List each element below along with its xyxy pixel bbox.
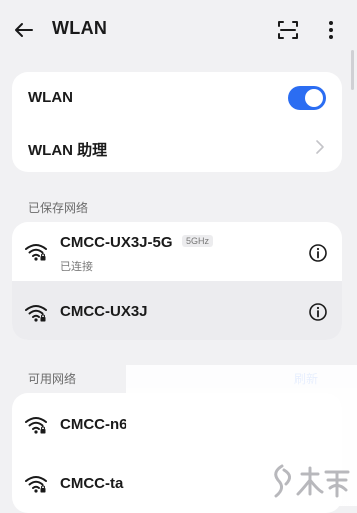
scan-icon[interactable] <box>276 18 300 42</box>
page-title: WLAN <box>52 18 108 38</box>
back-arrow-icon[interactable] <box>12 18 36 42</box>
info-icon[interactable] <box>308 302 328 322</box>
wifi-locked-icon <box>25 417 47 434</box>
toggle-knob <box>305 89 323 107</box>
network-ssid: CMCC-n6 <box>60 416 128 433</box>
wlan-toggle-row[interactable]: WLAN <box>12 72 342 122</box>
app-bar: WLAN <box>0 0 357 60</box>
wlan-label: WLAN <box>28 89 73 106</box>
wlan-toggle-switch[interactable] <box>288 86 326 110</box>
watermark-logo <box>274 464 350 498</box>
wlan-assistant-label: WLAN 助理 <box>28 142 108 159</box>
wifi-locked-icon <box>25 305 47 322</box>
info-icon[interactable] <box>308 243 328 263</box>
connection-status: 已连接 <box>60 261 93 273</box>
network-row-connected[interactable]: CMCC-UX3J-5G 5GHz 已连接 <box>12 222 342 281</box>
available-networks-title: 可用网络 <box>28 372 77 386</box>
saved-networks-card: CMCC-UX3J-5G 5GHz 已连接 CMCC-UX3J <box>12 222 342 340</box>
network-row[interactable]: CMCC-UX3J <box>12 281 342 340</box>
network-ssid: CMCC-UX3J-5G <box>60 234 173 251</box>
chevron-right-icon <box>316 140 324 154</box>
wlan-assistant-row[interactable]: WLAN 助理 <box>12 122 342 172</box>
band-badge: 5GHz <box>182 235 214 247</box>
wifi-locked-icon <box>25 476 47 493</box>
network-ssid: CMCC-UX3J <box>60 303 148 320</box>
network-ssid: CMCC-ta <box>60 475 124 492</box>
wlan-settings-card: WLAN WLAN 助理 <box>12 72 342 172</box>
more-vertical-icon[interactable] <box>321 18 341 42</box>
scroll-indicator[interactable] <box>351 50 354 90</box>
saved-networks-title: 已保存网络 <box>28 201 89 215</box>
wifi-locked-icon <box>25 244 47 261</box>
